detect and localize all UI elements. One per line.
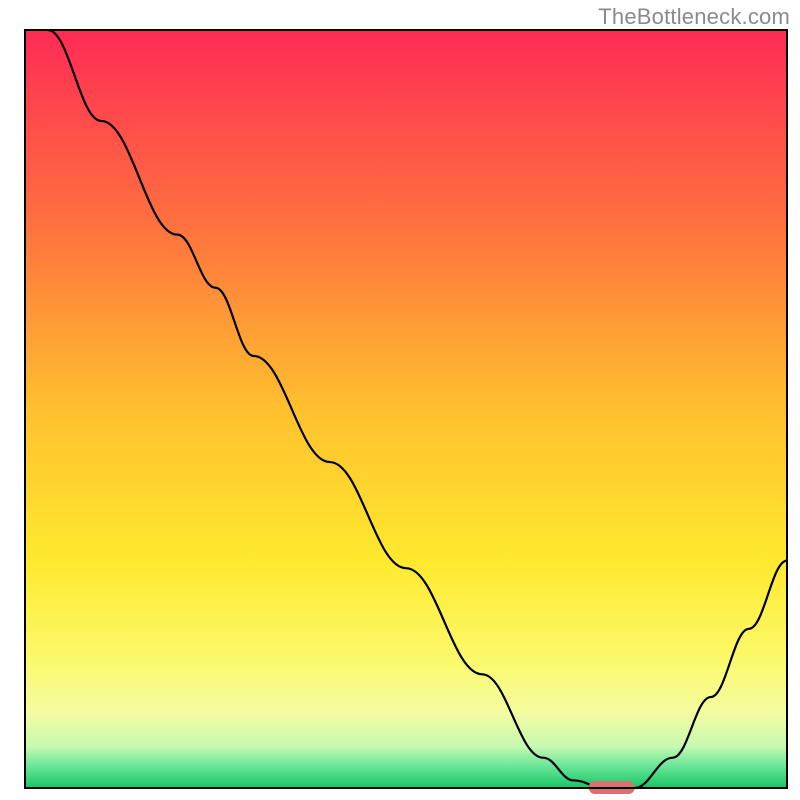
plot-background	[25, 30, 787, 788]
bottleneck-chart: TheBottleneck.com	[0, 0, 800, 800]
chart-svg	[0, 0, 800, 800]
attribution-text: TheBottleneck.com	[598, 4, 790, 30]
